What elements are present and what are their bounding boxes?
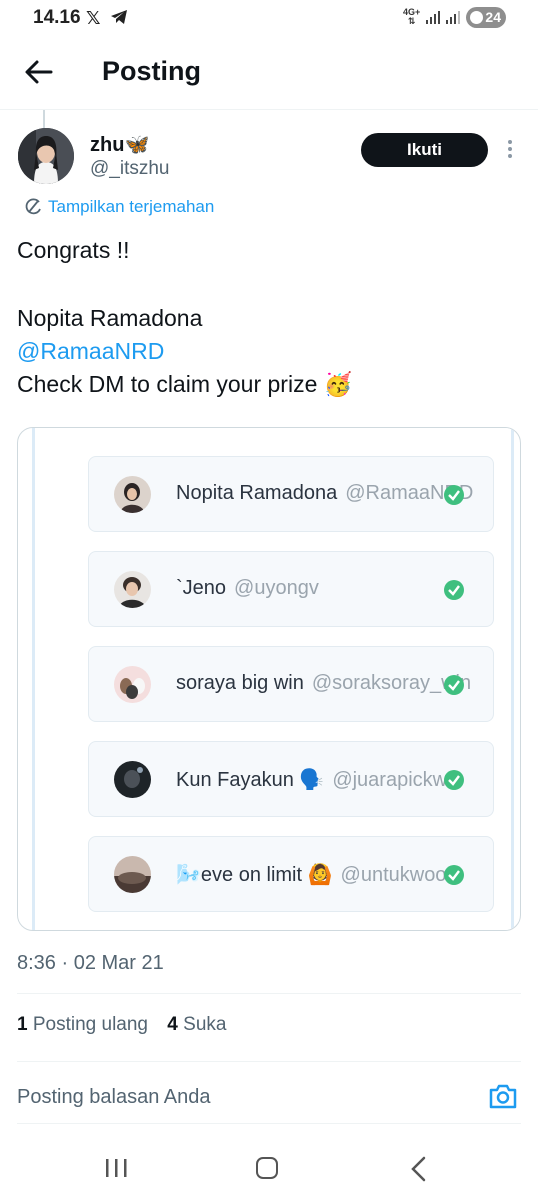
green-check-icon [444, 865, 464, 885]
arrow-left-icon[interactable] [24, 58, 54, 86]
translate-icon [25, 198, 41, 215]
reply-bar: Posting balasan Anda [0, 1062, 538, 1124]
green-check-icon [444, 580, 464, 600]
green-check-icon [444, 485, 464, 505]
reply-input[interactable]: Posting balasan Anda [17, 1086, 211, 1109]
entry-avatar [114, 761, 151, 798]
winner-entry: Kun Fayakun 🗣️ @juarapickww [88, 741, 494, 817]
avatar-image [18, 128, 74, 184]
entry-avatar [114, 476, 151, 513]
entry-name: Kun Fayakun 🗣️ @juarapickww [176, 769, 462, 791]
tweet-media[interactable]: Nopita Ramadona @RamaaNRD `Jeno @uyongv so… [17, 427, 521, 931]
author-handle[interactable]: @_itszhu [90, 158, 170, 180]
thread-line [43, 110, 45, 128]
page-header: Posting [0, 36, 538, 110]
more-vertical-icon[interactable] [500, 140, 520, 162]
recents-icon[interactable] [104, 1157, 128, 1179]
winner-entry: `Jeno @uyongv [88, 551, 494, 627]
status-time: 14.16 [33, 7, 81, 28]
author-name[interactable]: zhu🦋 [90, 132, 149, 157]
x-logo-icon: 𝕏 [86, 8, 101, 28]
network-type: 4G+ ⇅ [403, 7, 421, 26]
entry-name: 🌬️eve on limit 🙆 @untukwoo [176, 864, 447, 886]
entry-avatar [114, 856, 151, 893]
entry-avatar [114, 666, 151, 703]
translate-label: Tampilkan terjemahan [48, 197, 215, 216]
battery-icon: 24 [466, 7, 506, 28]
likes-stat[interactable]: 4 Suka [167, 1014, 226, 1035]
tweet-text-line-1: Congrats !! [17, 237, 130, 263]
tweet-stats: 1 Posting ulang 4 Suka [17, 1014, 240, 1036]
green-check-icon [444, 675, 464, 695]
winner-entry: Nopita Ramadona @RamaaNRD [88, 456, 494, 532]
reposts-stat[interactable]: 1 Posting ulang [17, 1014, 148, 1035]
tweet-timestamp[interactable]: 8:36 · 02 Mar 21 [17, 952, 164, 975]
translate-link[interactable]: Tampilkan terjemahan [24, 197, 214, 217]
entry-name: `Jeno @uyongv [176, 577, 319, 599]
battery-level: 24 [485, 9, 501, 25]
tweet-mention[interactable]: @RamaaNRD [17, 338, 164, 365]
butterfly-emoji: 🦋 [124, 134, 150, 156]
telegram-icon [111, 10, 127, 24]
system-nav-bar [0, 1124, 538, 1199]
tweet-text-line-2: Nopita Ramadona [17, 305, 203, 331]
back-icon[interactable] [409, 1156, 427, 1182]
author-avatar[interactable] [18, 128, 74, 184]
signal-icon-2 [446, 11, 460, 24]
signal-icon [426, 11, 440, 24]
winner-entry: 🌬️eve on limit 🙆 @untukwoo [88, 836, 494, 912]
follow-button[interactable]: Ikuti [361, 133, 488, 167]
divider [17, 993, 521, 994]
green-check-icon [444, 770, 464, 790]
page-title: Posting [102, 56, 201, 86]
entry-name: Nopita Ramadona @RamaaNRD [176, 482, 474, 504]
camera-icon[interactable] [488, 1082, 518, 1110]
home-icon[interactable] [256, 1157, 278, 1179]
entry-name: soraya big win @soraksoray_win [176, 672, 472, 694]
tweet-text-line-4: Check DM to claim your prize 🥳 [17, 371, 353, 397]
media-panel: Nopita Ramadona @RamaaNRD `Jeno @uyongv so… [32, 428, 514, 930]
author-name-text: zhu [90, 134, 125, 156]
entry-avatar [114, 571, 151, 608]
status-bar: 14.16 𝕏 4G+ ⇅ 24 [0, 0, 538, 36]
winner-entry: soraya big win @soraksoray_win [88, 646, 494, 722]
